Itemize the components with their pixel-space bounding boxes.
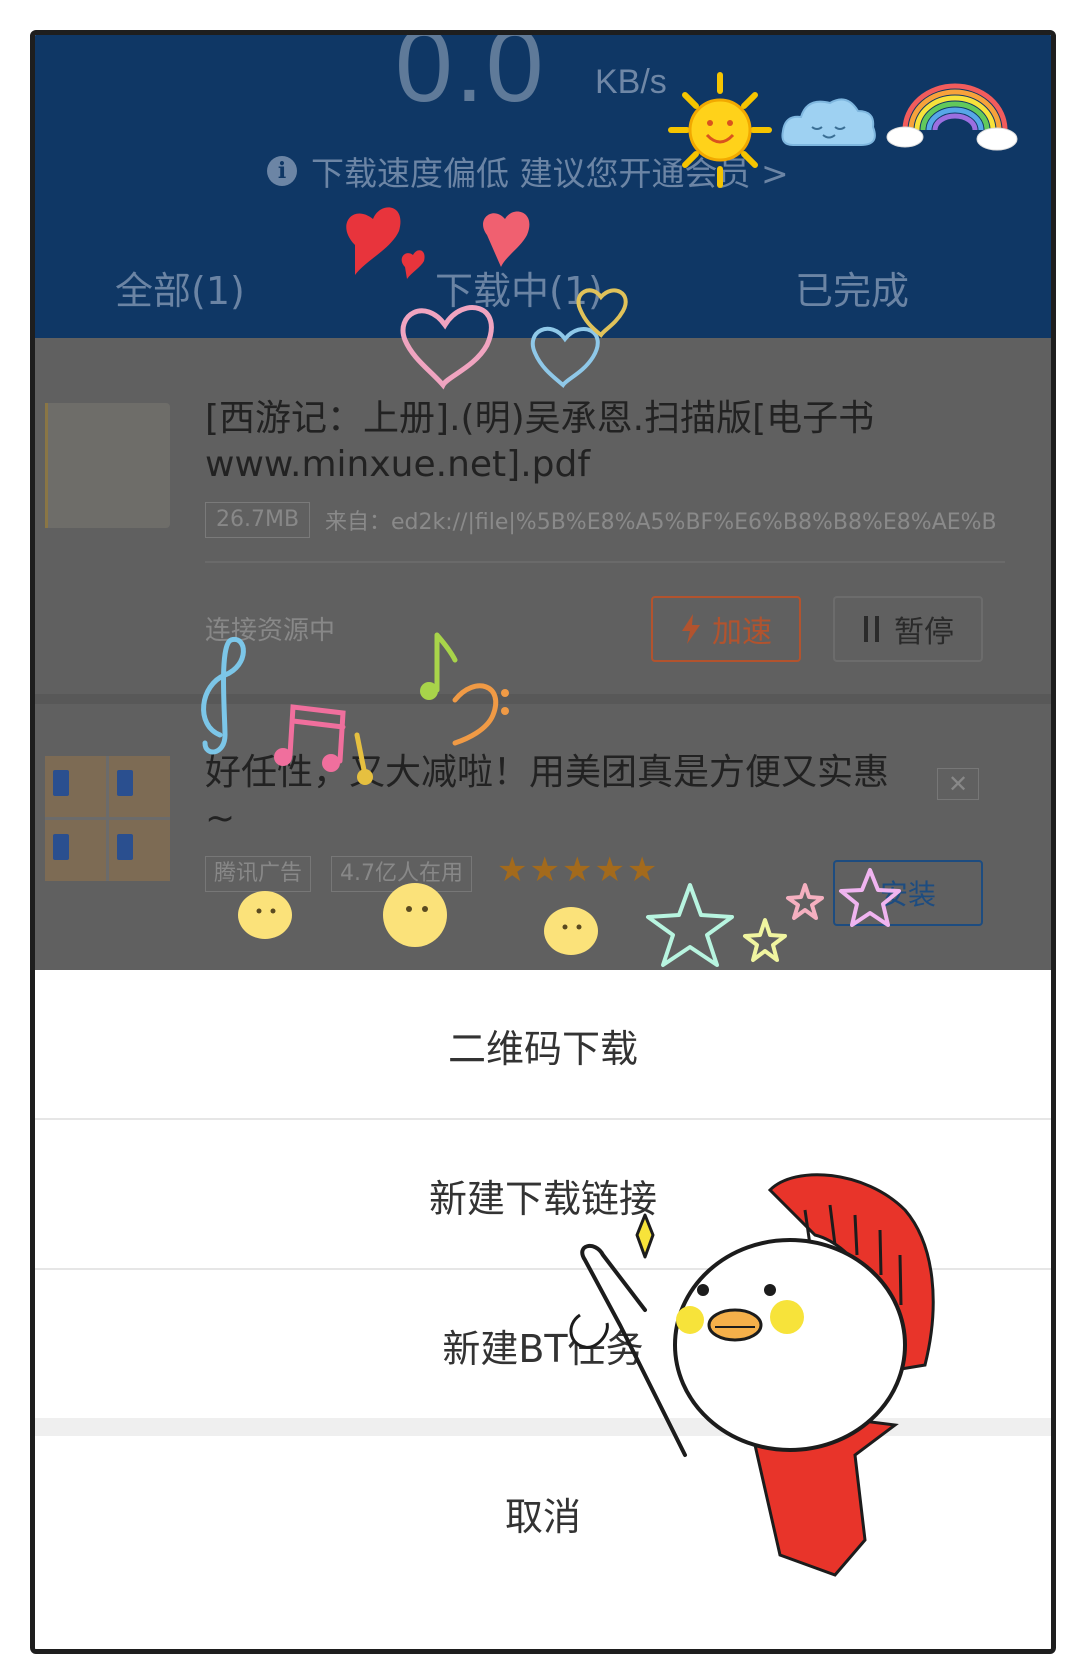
action-sheet: 二维码下载 新建下载链接 新建BT任务 取消 (35, 970, 1051, 1649)
cancel-button[interactable]: 取消 (35, 1436, 1051, 1590)
info-icon: i (267, 156, 297, 186)
ad-title[interactable]: 好任性，又大减啦！用美团真是方便又实惠~ (205, 750, 905, 842)
pause-button[interactable]: 暂停 (833, 596, 983, 662)
sheet-gap (35, 1418, 1051, 1436)
download-header: 0.0 KB/s i 下载速度偏低 建议您开通会员 > 全部(1) 下载中(1)… (35, 35, 1051, 338)
speed-hint[interactable]: i 下载速度偏低 建议您开通会员 > (267, 149, 789, 193)
ad-image[interactable] (45, 756, 170, 881)
file-size: 26.7MB (205, 502, 311, 538)
connection-status: 连接资源中 (205, 616, 336, 646)
app-screen: 0.0 KB/s i 下载速度偏低 建议您开通会员 > 全部(1) 下载中(1)… (35, 35, 1051, 1649)
ad-users-tag: 4.7亿人在用 (331, 856, 472, 892)
tab-bar: 全部(1) 下载中(1) 已完成 (35, 260, 1051, 320)
install-button[interactable]: 安装 (833, 860, 983, 926)
list-separator (35, 694, 1051, 704)
photo-frame: 0.0 KB/s i 下载速度偏低 建议您开通会员 > 全部(1) 下载中(1)… (30, 30, 1056, 1654)
new-bt-task-option[interactable]: 新建BT任务 (35, 1270, 1051, 1420)
tab-all[interactable]: 全部(1) (115, 260, 245, 315)
accelerate-button[interactable]: 加速 (651, 596, 801, 662)
file-title[interactable]: [西游记：上册].(明)吴承恩.扫描版[电子书www.minxue.net].p… (205, 396, 1005, 488)
qrcode-download-option[interactable]: 二维码下载 (35, 970, 1051, 1120)
star-icon: ★★★★★ (497, 850, 660, 890)
file-thumbnail (45, 403, 170, 528)
speed-hint-text: 下载速度偏低 建议您开通会员 > (311, 154, 789, 193)
accelerate-label: 加速 (712, 615, 772, 650)
ad-source-tag: 腾讯广告 (205, 856, 312, 892)
item-divider (205, 561, 1005, 563)
speed-unit: KB/s (595, 63, 667, 101)
pause-label: 暂停 (894, 615, 954, 650)
speed-value: 0.0 (395, 30, 546, 124)
pause-icon (864, 616, 879, 642)
close-icon[interactable]: ✕ (937, 768, 979, 800)
tab-downloading[interactable]: 下载中(1) (435, 260, 603, 315)
new-link-option[interactable]: 新建下载链接 (35, 1120, 1051, 1270)
file-source: 来自：ed2k://|file|%5B%E8%A5%BF%E6%B8%B8%E8… (325, 510, 995, 535)
tab-completed[interactable]: 已完成 (795, 260, 909, 315)
lightning-icon (682, 614, 700, 644)
